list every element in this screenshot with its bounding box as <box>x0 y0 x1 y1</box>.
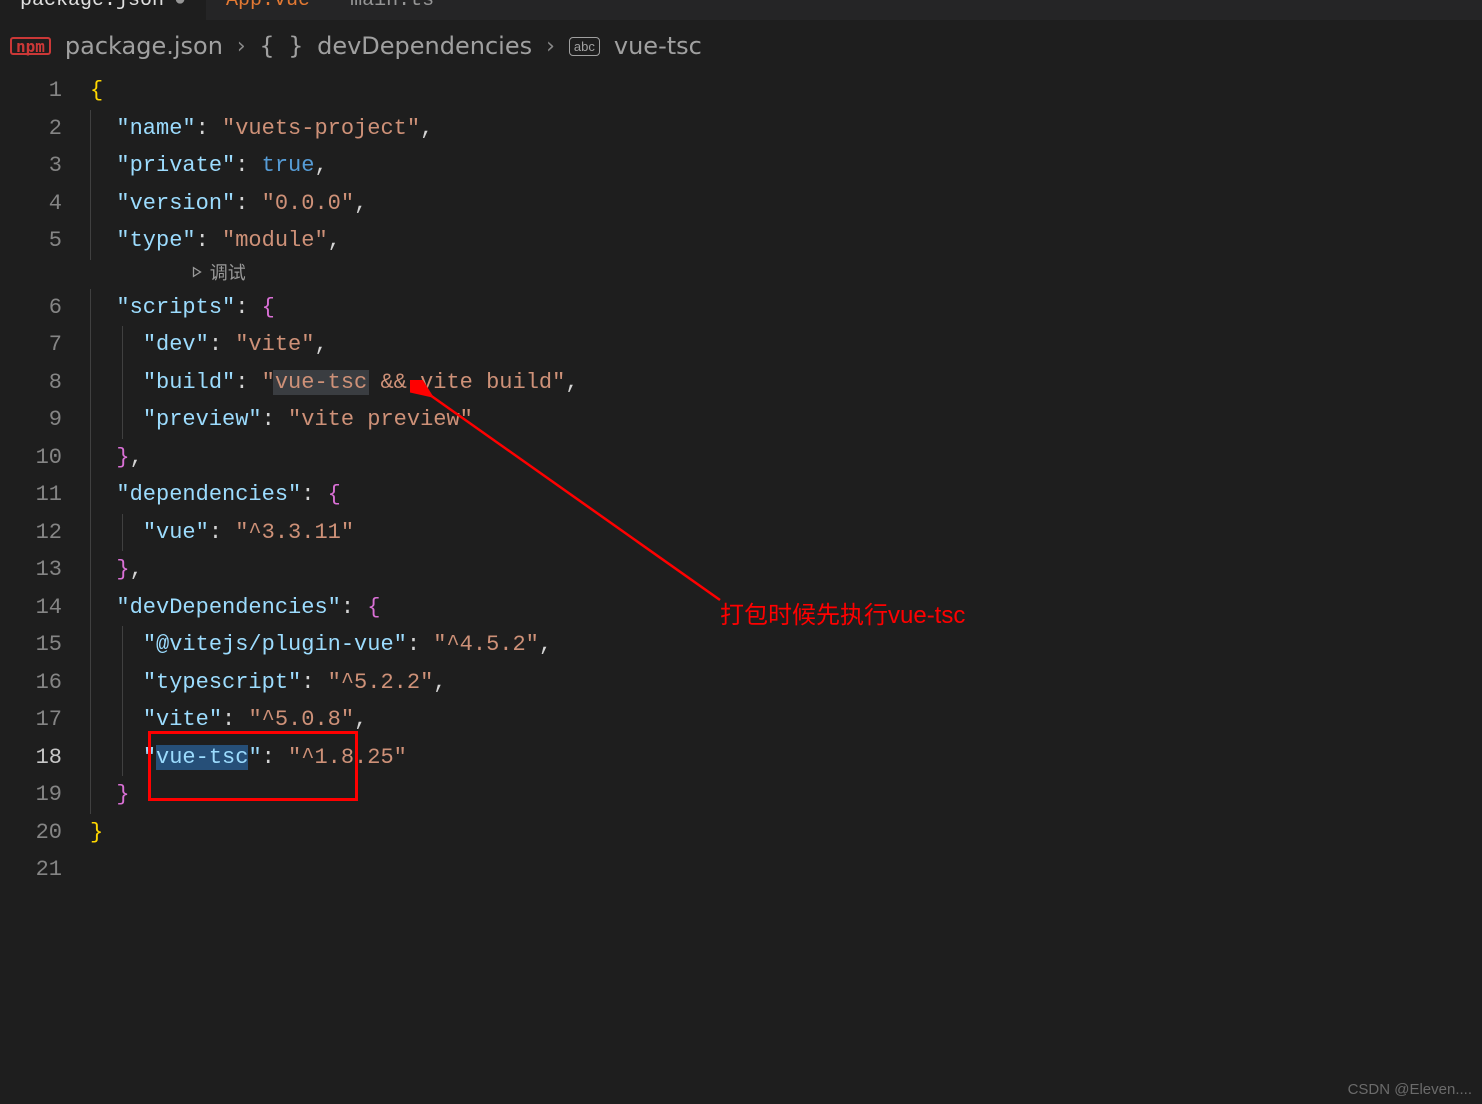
tab-bar: package.json ● App.vue main.ts <box>0 0 1482 20</box>
code-editor[interactable]: 1 2 3 4 5 6 7 8 9 10 11 12 13 14 15 16 1… <box>0 72 1482 889</box>
selected-text: vue-tsc <box>156 745 248 770</box>
breadcrumb-file[interactable]: package.json <box>65 32 223 60</box>
abc-icon: abc <box>569 37 600 56</box>
tab-label: package.json <box>20 0 164 12</box>
npm-icon: npm <box>10 37 51 55</box>
highlighted-text: vue-tsc <box>273 370 369 395</box>
braces-icon: { } <box>260 32 303 60</box>
chevron-right-icon: › <box>546 34 555 59</box>
tab-app-vue[interactable]: App.vue <box>206 0 330 20</box>
tab-label: main.ts <box>350 0 434 12</box>
line-number-gutter: 1 2 3 4 5 6 7 8 9 10 11 12 13 14 15 16 1… <box>0 72 90 889</box>
breadcrumb[interactable]: npm package.json › { } devDependencies ›… <box>0 20 1482 72</box>
breadcrumb-segment[interactable]: devDependencies <box>317 32 532 60</box>
breadcrumb-segment[interactable]: vue-tsc <box>614 32 702 60</box>
tab-main-ts[interactable]: main.ts <box>330 0 454 20</box>
watermark: CSDN @Eleven.... <box>1348 1081 1472 1098</box>
code-content[interactable]: { "name": "vuets-project", "private": tr… <box>90 72 1482 889</box>
chevron-right-icon: › <box>237 34 246 59</box>
tab-label: App.vue <box>226 0 310 12</box>
modified-dot-icon: ● <box>174 0 186 12</box>
codelens-debug[interactable]: 调试 <box>210 255 246 293</box>
tab-package-json[interactable]: package.json ● <box>0 0 206 20</box>
annotation-text: 打包时候先执行vue-tsc <box>720 595 965 630</box>
